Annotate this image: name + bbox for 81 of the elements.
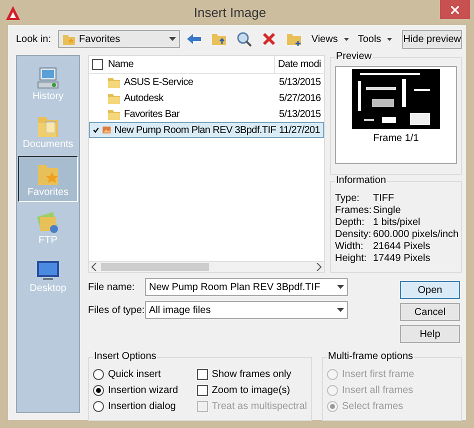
file-row[interactable]: ASUS E-Service 5/13/2015 [89, 74, 324, 90]
dropdown-field[interactable]: New Pump Room Plan REV 3Bpdf.TIF [145, 278, 348, 296]
search-icon [236, 31, 252, 47]
info-label: Type: [335, 192, 360, 204]
file-name[interactable]: Autodesk [124, 92, 164, 104]
info-value: 17449 Pixels [373, 252, 430, 264]
option-label: Select frames [342, 401, 404, 412]
checkbox[interactable] [196, 369, 208, 380]
frame-caption: Frame 1/1 [373, 133, 419, 144]
field-label: File name: [88, 282, 136, 292]
folder-star-icon [62, 33, 76, 45]
option-label: Zoom to image(s) [212, 385, 290, 396]
option-label: Show frames only [212, 369, 292, 380]
delete-icon [261, 31, 278, 47]
info-value: TIFF [373, 192, 394, 204]
file-name[interactable]: Favorites Bar [124, 108, 180, 120]
info-label: Width: [335, 240, 364, 252]
scrollbar[interactable] [89, 261, 324, 272]
column-header[interactable]: Name [108, 59, 134, 70]
option-label: Treat as multispectral [212, 401, 307, 412]
caret-icon [337, 308, 344, 312]
scroll-left-icon [91, 263, 97, 271]
checkbox[interactable] [196, 385, 208, 396]
look-in-label: Look in: [16, 34, 52, 44]
caret-icon [344, 38, 349, 40]
info-value: 1 bits/pixel [373, 216, 420, 228]
info-value: Single [373, 204, 401, 216]
info-label: Density: [335, 228, 372, 240]
option-label: Insert all frames [342, 385, 414, 396]
info-value: 600.000 pixels/inch [373, 228, 459, 240]
radio-button[interactable] [93, 385, 104, 396]
file-date: 11/27/201 [278, 124, 320, 136]
tools-menu[interactable]: Tools [354, 34, 396, 44]
radio-button[interactable] [93, 369, 104, 380]
dropdown-field[interactable]: All image files [145, 301, 348, 319]
folder-up-icon [211, 31, 228, 47]
radio-button[interactable] [93, 401, 104, 412]
scroll-right-icon [316, 263, 322, 271]
info-label: Height: [335, 252, 368, 264]
new-folder-icon [286, 31, 302, 47]
image-file-icon [102, 124, 112, 136]
select-all-checkbox[interactable] [92, 59, 103, 70]
hide-preview-button[interactable]: Hide preview [402, 30, 462, 48]
option-label: Insertion wizard [108, 385, 178, 396]
close-button[interactable] [440, 0, 470, 19]
folder-icon [107, 76, 121, 88]
group-title: Multi-frame options [327, 351, 414, 362]
info-label: Frames: [335, 204, 373, 216]
file-name[interactable]: ASUS E-Service [124, 76, 194, 88]
info-label: Depth: [335, 216, 366, 228]
check-icon [93, 126, 100, 134]
file-row[interactable]: Favorites Bar 5/13/2015 [89, 106, 324, 122]
caret-icon [169, 37, 176, 41]
close-icon [451, 6, 459, 14]
dialog-button[interactable]: Open [400, 281, 460, 299]
app-icon [6, 6, 20, 20]
caret-icon [337, 285, 344, 289]
file-date: 5/13/2015 [278, 76, 321, 88]
look-in-dropdown[interactable]: Favorites [58, 30, 180, 48]
option-label: Insert first frame [342, 369, 414, 380]
dialog-button[interactable]: Cancel [400, 303, 460, 321]
file-date: 5/13/2015 [278, 108, 321, 120]
file-date: 5/27/2016 [278, 92, 321, 104]
file-row[interactable]: Autodesk 5/27/2016 [89, 90, 324, 106]
file-name[interactable]: New Pump Room Plan REV 3Bpdf.TIF [114, 124, 276, 136]
folder-icon [107, 108, 121, 120]
back-arrow-icon [186, 31, 202, 47]
info-value: 21644 Pixels [373, 240, 430, 252]
group-title: Preview [335, 51, 373, 62]
field-label: Files of type: [88, 304, 145, 316]
column-header[interactable]: Date modi [275, 59, 324, 70]
window-title: Insert Image [192, 5, 268, 20]
group-title: Information [335, 175, 388, 186]
option-label: Quick insert [108, 369, 161, 380]
file-row[interactable]: New Pump Room Plan REV 3Bpdf.TIF 11/27/201 [89, 122, 324, 138]
views-menu[interactable]: Views [308, 34, 352, 44]
group-title: Insert Options [93, 351, 158, 362]
folder-icon [107, 92, 121, 104]
dialog-button[interactable]: Help [400, 325, 460, 343]
option-label: Insertion dialog [108, 401, 176, 412]
caret-icon [387, 38, 392, 40]
